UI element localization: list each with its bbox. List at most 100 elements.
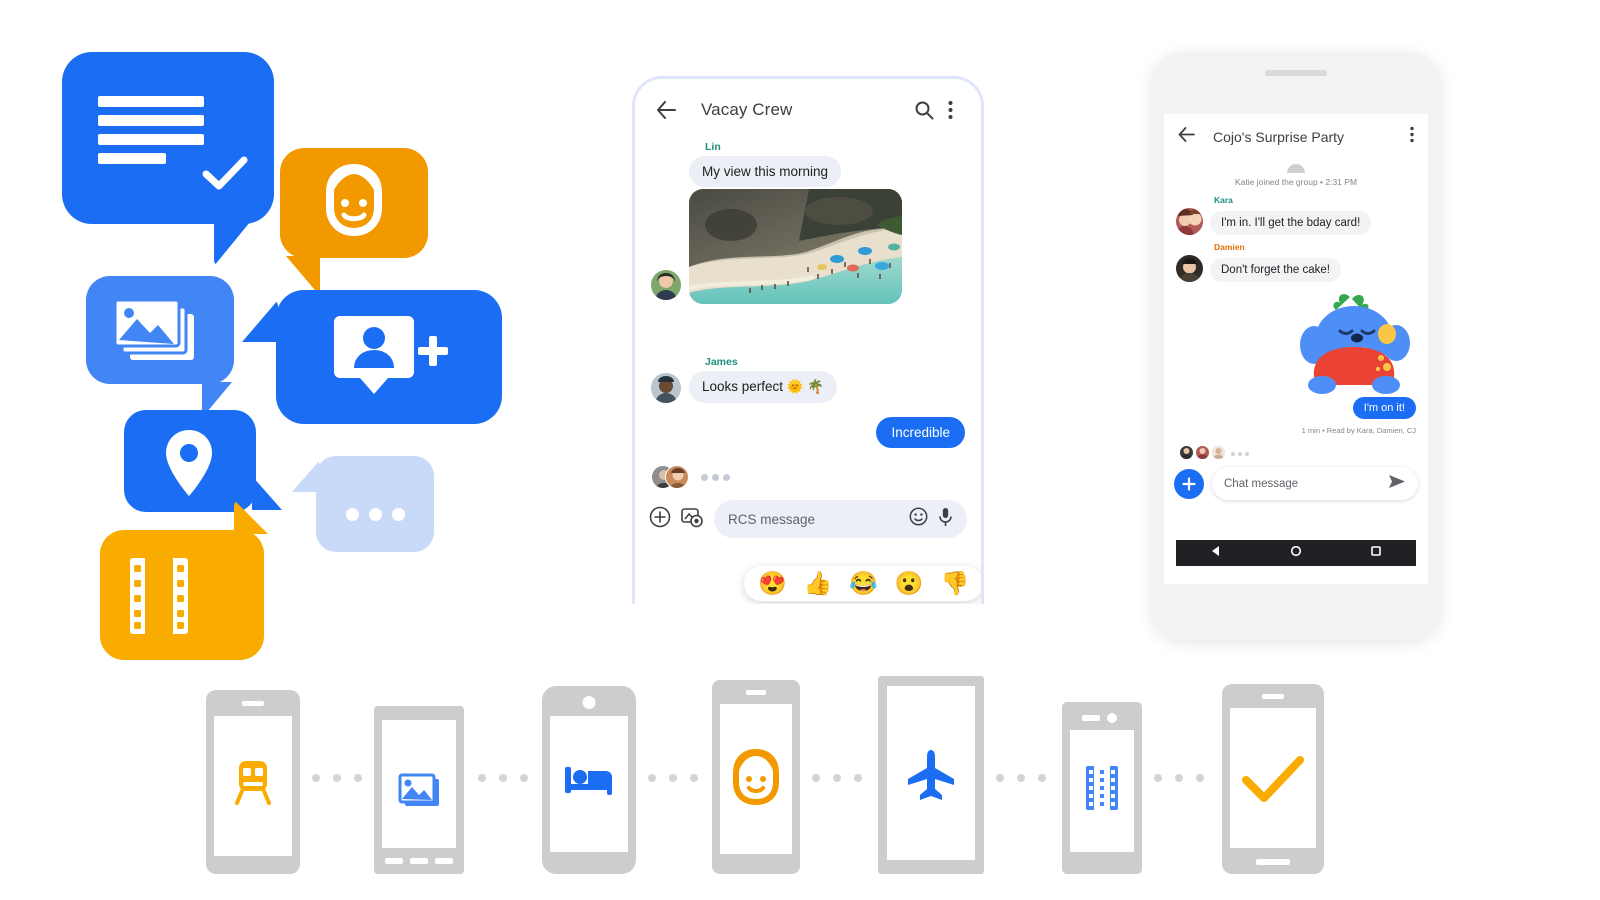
back-arrow-icon[interactable] (1178, 127, 1195, 147)
reaction-heart-eyes-icon[interactable]: 😍 (758, 572, 787, 595)
bubble-photos (86, 276, 234, 418)
message-lines-check-icon (98, 96, 204, 172)
reaction-surprised-icon[interactable]: 😮 (895, 572, 924, 595)
message-input[interactable]: RCS message (714, 500, 967, 538)
back-arrow-icon[interactable] (653, 97, 679, 123)
airplane-icon (878, 748, 984, 802)
search-icon[interactable] (911, 97, 937, 123)
chat-input-placeholder: Chat message (1224, 477, 1299, 490)
photos-stack-icon (114, 300, 194, 360)
chat-message-input[interactable]: Chat message (1212, 467, 1418, 500)
message-row: I'm in. I'll get the bday card! (1176, 208, 1416, 235)
message-row: I'm on it! (1176, 397, 1416, 419)
check-icon (1222, 755, 1324, 803)
middle-composer: RCS message (635, 500, 981, 538)
illustration-canvas: Vacay Crew Lin My view this morning 😍 👍 … (0, 0, 1600, 900)
phone-right: Cojo's Surprise Party Katie joined the g… (1152, 52, 1440, 640)
strip-phone-bed (542, 686, 636, 874)
typing-dots-icon (316, 508, 434, 526)
message-row: Looks perfect 🌞 🌴 (651, 371, 965, 403)
strip-separator-dots (648, 774, 698, 782)
bubble-add-contact (242, 290, 502, 424)
nav-recents-square-icon[interactable] (1370, 544, 1382, 562)
reaction-thumbs-down-icon[interactable]: 👎 (941, 572, 970, 595)
message-bubble-outgoing[interactable]: Incredible (876, 417, 965, 448)
message-sticker[interactable] (1292, 289, 1416, 395)
strip-separator-dots (478, 774, 528, 782)
strip-phone-photos (374, 706, 464, 874)
person-icon (712, 749, 800, 805)
more-vert-icon[interactable] (1410, 126, 1414, 148)
reaction-thumbs-up-icon[interactable]: 👍 (804, 572, 833, 595)
conversation-title: Vacay Crew (701, 100, 793, 119)
bubble-person (280, 148, 428, 296)
message-row: Don't forget the cake! (1176, 255, 1416, 282)
message-photo[interactable] (689, 189, 902, 304)
message-bubble-incoming[interactable]: Looks perfect 🌞 🌴 (689, 371, 838, 403)
photos-icon (374, 770, 464, 810)
message-sender-name: Lin (705, 141, 721, 153)
message-input-placeholder: RCS message (728, 511, 816, 527)
strip-separator-dots (996, 774, 1046, 782)
emoji-smiley-icon[interactable] (909, 507, 928, 531)
message-row: My view this morning (651, 156, 965, 187)
right-appbar: Cojo's Surprise Party (1164, 114, 1428, 160)
phone-speaker (1265, 70, 1327, 76)
right-composer: Chat message (1164, 467, 1428, 508)
strip-separator-dots (1154, 774, 1204, 782)
message-bubble-incoming[interactable]: Don't forget the cake! (1210, 258, 1341, 282)
avatar-mini (1212, 445, 1225, 459)
phone-middle-screen: Vacay Crew Lin My view this morning 😍 👍 … (635, 79, 981, 604)
train-icon (206, 759, 300, 805)
bubble-message-check (62, 52, 274, 266)
read-receipt: 1 min • Read by Kara, Damien, CJ (1301, 426, 1416, 435)
message-bubble-incoming[interactable]: I'm in. I'll get the bday card! (1210, 211, 1372, 235)
message-bubble-outgoing[interactable]: I'm on it! (1352, 397, 1416, 419)
right-chat-area: Katie joined the group • 2:31 PM Kara I'… (1164, 160, 1428, 467)
bubble-video (100, 500, 268, 660)
add-contact-icon (334, 316, 448, 394)
typing-avatars (651, 464, 695, 490)
typing-dots (1228, 443, 1249, 461)
blue-creature-sticker-icon (1300, 294, 1410, 394)
bubble-typing (292, 456, 434, 552)
avatar-lin (651, 270, 681, 300)
reaction-picker[interactable]: 😍 👍 😂 😮 👎 (744, 566, 981, 601)
middle-appbar: Vacay Crew (635, 79, 981, 141)
plus-circle-icon[interactable] (649, 506, 671, 533)
bed-icon (542, 763, 636, 797)
reaction-laughing-icon[interactable]: 😂 (849, 572, 878, 595)
strip-phone-film (1062, 702, 1142, 874)
message-sender-name: James (705, 356, 738, 368)
strip-separator-dots (312, 774, 362, 782)
avatar-partial (1287, 164, 1305, 173)
strip-separator-dots (812, 774, 862, 782)
gallery-camera-icon[interactable] (681, 506, 704, 533)
bubble-tail (242, 300, 278, 342)
phone-right-screen: Cojo's Surprise Party Katie joined the g… (1164, 114, 1428, 584)
nav-back-triangle-icon[interactable] (1210, 544, 1222, 562)
message-sender-name: Kara (1214, 195, 1233, 205)
film-icon (1062, 764, 1142, 812)
android-navbar (1176, 540, 1416, 566)
bubble-tail (214, 222, 250, 266)
bubble-location (124, 410, 282, 512)
strip-phone-person (712, 680, 800, 874)
middle-chat-area: Lin My view this morning 😍 👍 😂 😮 👎 James… (635, 141, 981, 601)
film-strip-icon (130, 558, 188, 634)
nav-home-circle-icon[interactable] (1290, 544, 1302, 562)
avatar-mini (1180, 445, 1193, 459)
person-face-icon (326, 164, 382, 237)
message-bubble-incoming[interactable]: My view this morning (689, 156, 842, 187)
checkmark-icon (202, 156, 248, 190)
strip-phone-check (1222, 684, 1324, 874)
bubble-tail (292, 460, 320, 492)
plus-fab-icon[interactable] (1174, 468, 1204, 499)
more-vert-icon[interactable] (937, 97, 963, 123)
send-icon[interactable] (1388, 474, 1406, 494)
avatar (665, 465, 689, 489)
avatar-james (651, 373, 681, 403)
microphone-icon[interactable] (938, 507, 953, 532)
system-note: Katie joined the group • 2:31 PM (1234, 177, 1358, 187)
conversation-title: Cojo's Surprise Party (1213, 129, 1345, 145)
